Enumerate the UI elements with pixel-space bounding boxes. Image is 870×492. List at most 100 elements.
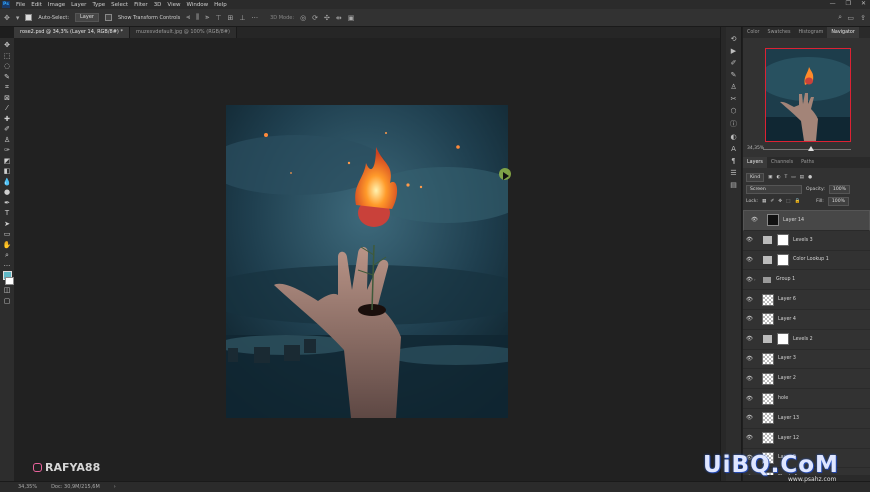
- screen-mode-icon[interactable]: ▢: [1, 296, 13, 307]
- move-tool-icon[interactable]: ✥: [1, 40, 13, 51]
- 3d-slide-icon[interactable]: ⇹: [336, 14, 342, 22]
- filter-pixel-icon[interactable]: ▣: [768, 175, 772, 180]
- rectangle-tool-icon[interactable]: ▭: [1, 229, 13, 240]
- menu-edit[interactable]: Edit: [28, 2, 45, 8]
- frame-tool-icon[interactable]: ⊠: [1, 93, 13, 104]
- more-tools-icon[interactable]: ···: [1, 261, 13, 272]
- layer-row[interactable]: 👁 Color Lookup 1: [743, 251, 870, 271]
- brushes-panel-icon[interactable]: ✎: [731, 71, 737, 79]
- 3d-scale-icon[interactable]: ▣: [348, 14, 355, 22]
- layer-row[interactable]: 👁 hole: [743, 389, 870, 409]
- hand-tool-icon[interactable]: ✋: [1, 240, 13, 251]
- character-panel-icon[interactable]: A: [731, 145, 736, 153]
- layer-row[interactable]: 👁 Levels 2: [743, 330, 870, 350]
- gradient-tool-icon[interactable]: ◧: [1, 166, 13, 177]
- libraries-panel-icon[interactable]: ▤: [730, 181, 737, 189]
- workspace-icon[interactable]: ▭: [847, 14, 854, 22]
- layer-name[interactable]: Color Lookup 1: [793, 257, 829, 262]
- path-selection-tool-icon[interactable]: ➤: [1, 219, 13, 230]
- layer-row[interactable]: 👁 Layer 13: [743, 409, 870, 429]
- filter-adjustment-icon[interactable]: ◐: [776, 175, 780, 180]
- menu-view[interactable]: View: [164, 2, 183, 8]
- layer-name[interactable]: Levels 3: [793, 238, 813, 243]
- status-arrow-icon[interactable]: ›: [114, 484, 116, 490]
- adjustment-layer-icon[interactable]: [763, 236, 772, 245]
- visibility-eye-icon[interactable]: 👁: [745, 237, 754, 243]
- layer-row[interactable]: 👁 Levels 3: [743, 231, 870, 251]
- clone-stamp-tool-icon[interactable]: ♙: [1, 135, 13, 146]
- more-options-icon[interactable]: ···: [251, 14, 258, 22]
- opacity-input[interactable]: 100%: [828, 185, 851, 194]
- menu-image[interactable]: Image: [45, 2, 68, 8]
- align-center-icon[interactable]: ⫼: [196, 13, 199, 22]
- lock-transparent-icon[interactable]: ▦: [762, 199, 766, 204]
- visibility-eye-icon[interactable]: 👁: [745, 435, 754, 441]
- filter-type-icon[interactable]: T: [784, 175, 787, 180]
- tab-paths[interactable]: Paths: [797, 157, 818, 168]
- blur-tool-icon[interactable]: 💧: [1, 177, 13, 188]
- align-right-icon[interactable]: ⫸: [205, 13, 209, 22]
- visibility-eye-icon[interactable]: 👁: [745, 396, 754, 402]
- group-expand-icon[interactable]: ›: [754, 277, 759, 282]
- filter-shape-icon[interactable]: ▭: [791, 175, 795, 180]
- properties-panel-icon[interactable]: ☰: [730, 169, 736, 177]
- navigator-zoom-value[interactable]: 34,35%: [747, 146, 764, 151]
- align-left-icon[interactable]: ⫷: [186, 13, 190, 22]
- auto-select-checkbox[interactable]: [25, 14, 33, 21]
- menu-window[interactable]: Window: [183, 2, 211, 8]
- show-transform-controls-checkbox[interactable]: [104, 14, 112, 21]
- move-tool-icon[interactable]: ✥: [4, 14, 10, 22]
- folder-icon[interactable]: [763, 276, 771, 283]
- align-top-icon[interactable]: ⊤: [215, 14, 221, 22]
- layer-name[interactable]: Layer 12: [778, 436, 799, 441]
- tab-rose2[interactable]: rose2.psd @ 34,3% (Layer 14, RGB/8#) *: [14, 27, 130, 38]
- menu-help[interactable]: Help: [211, 2, 230, 8]
- adjustment-layer-icon[interactable]: [763, 255, 772, 264]
- visibility-eye-icon[interactable]: 👁: [745, 257, 754, 263]
- layer-kind-filter[interactable]: Kind: [746, 173, 765, 182]
- restore-icon[interactable]: ❐: [846, 0, 851, 7]
- visibility-eye-icon[interactable]: 👁: [745, 376, 754, 382]
- type-tool-icon[interactable]: T: [1, 208, 13, 219]
- pen-tool-icon[interactable]: ✒: [1, 198, 13, 209]
- close-icon[interactable]: ✕: [861, 0, 866, 7]
- menu-filter[interactable]: Filter: [131, 2, 151, 8]
- share-icon[interactable]: ⇪: [860, 14, 866, 22]
- background-color-swatch[interactable]: [4, 276, 14, 285]
- filter-toggle-icon[interactable]: ●: [808, 175, 812, 180]
- visibility-eye-icon[interactable]: 👁: [745, 356, 754, 362]
- navigator-preview[interactable]: [765, 48, 851, 142]
- layer-row[interactable]: 👁 Layer 3: [743, 350, 870, 370]
- lock-image-icon[interactable]: ✐: [770, 199, 774, 204]
- marquee-tool-icon[interactable]: ⬚: [1, 51, 13, 62]
- visibility-eye-icon[interactable]: 👁: [745, 415, 754, 421]
- document-canvas[interactable]: [226, 105, 508, 418]
- lock-all-icon[interactable]: 🔒: [794, 199, 800, 204]
- history-panel-icon[interactable]: ⟲: [731, 35, 737, 43]
- layer-thumbnail[interactable]: [767, 214, 779, 227]
- brush-settings-icon[interactable]: ✐: [731, 59, 737, 67]
- tab-muzesvdefault[interactable]: muzesvdefault.jpg @ 100% (RGB/8#): [129, 27, 237, 38]
- tool-presets-icon[interactable]: ✂: [731, 95, 737, 103]
- tab-navigator[interactable]: Navigator: [827, 27, 859, 38]
- layer-name[interactable]: Layer 14: [783, 217, 804, 224]
- visibility-eye-icon[interactable]: 👁: [750, 217, 759, 224]
- layer-row[interactable]: 👁 Layer 14: [743, 210, 870, 231]
- navigator-zoom-slider[interactable]: [763, 149, 851, 150]
- auto-select-target-dropdown[interactable]: Layer: [75, 13, 99, 22]
- menu-3d[interactable]: 3D: [151, 2, 165, 8]
- 3d-roll-icon[interactable]: ⟳: [312, 14, 318, 22]
- layer-row[interactable]: 👁 Layer 12: [743, 429, 870, 449]
- eraser-tool-icon[interactable]: ◩: [1, 156, 13, 167]
- menu-type[interactable]: Type: [89, 2, 108, 8]
- history-brush-tool-icon[interactable]: ✑: [1, 145, 13, 156]
- visibility-eye-icon[interactable]: 👁: [745, 336, 754, 342]
- color-swatches[interactable]: [1, 271, 14, 285]
- visibility-eye-icon[interactable]: 👁: [745, 297, 754, 303]
- layer-name[interactable]: Layer 4: [778, 317, 796, 322]
- layer-row[interactable]: 👁 › Group 1: [743, 270, 870, 291]
- layer-mask-thumbnail[interactable]: [777, 234, 789, 247]
- layer-row[interactable]: 👁 Layer 6: [743, 290, 870, 310]
- visibility-eye-icon[interactable]: 👁: [745, 316, 754, 322]
- adjustments-panel-icon[interactable]: ◐: [730, 133, 736, 141]
